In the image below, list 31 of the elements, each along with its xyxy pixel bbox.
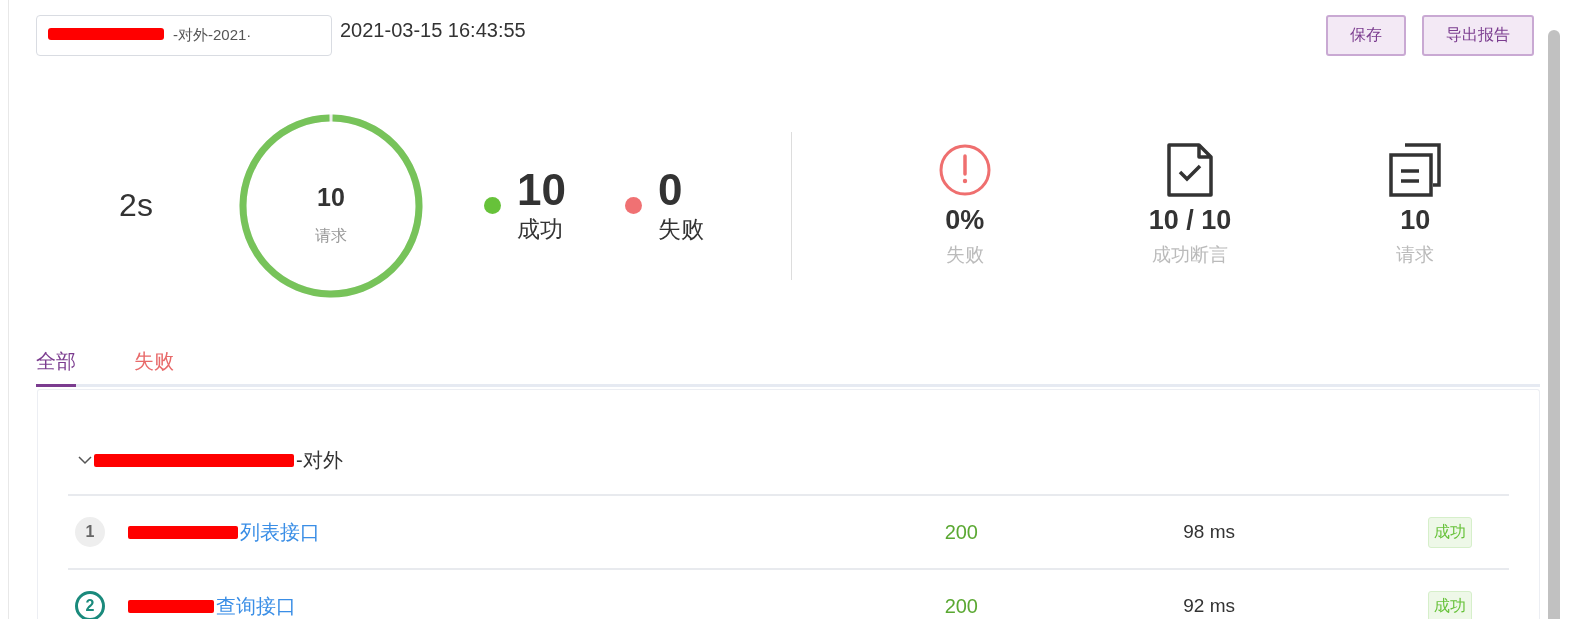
request-link[interactable]: 查询接口 (216, 592, 296, 619)
response-time: 92 ms (1182, 595, 1236, 617)
metric-label: 请求 (1396, 243, 1435, 267)
save-button[interactable]: 保存 (1326, 15, 1406, 56)
count-label: 失败 (658, 215, 704, 245)
metric-value: 10 / 10 (1148, 205, 1232, 236)
chevron-down-icon[interactable] (78, 455, 92, 465)
request-count: 10 (316, 182, 346, 212)
total-duration: 2s (118, 187, 154, 224)
count-value: 0 (658, 165, 684, 215)
status-code: 200 (943, 520, 979, 544)
metric-label: 成功断言 (1152, 243, 1228, 267)
request-link[interactable]: 列表接口 (240, 518, 320, 546)
tab[interactable]: 全部 (36, 342, 76, 387)
status-code: 200 (943, 594, 979, 618)
documents-icon (1387, 143, 1444, 197)
result-badge: 成功 (1428, 590, 1472, 619)
result-badge: 成功 (1428, 516, 1472, 548)
count-label: 成功 (517, 215, 564, 245)
step-number: 2 (75, 591, 105, 619)
export-report-button[interactable]: 导出报告 (1422, 15, 1534, 56)
count-value: 10 (517, 165, 566, 215)
request-label: 请求 (314, 225, 348, 246)
group-title: -对外 (296, 447, 343, 473)
scrollbar[interactable] (1548, 30, 1560, 619)
timestamp: 2021-03-15 16:43:55 (340, 19, 526, 42)
response-time: 98 ms (1182, 521, 1236, 543)
step-number: 1 (75, 517, 105, 547)
metric-value: 0% (945, 205, 985, 236)
metric-label: 失败 (945, 243, 984, 267)
metric-value: 10 (1400, 205, 1431, 236)
